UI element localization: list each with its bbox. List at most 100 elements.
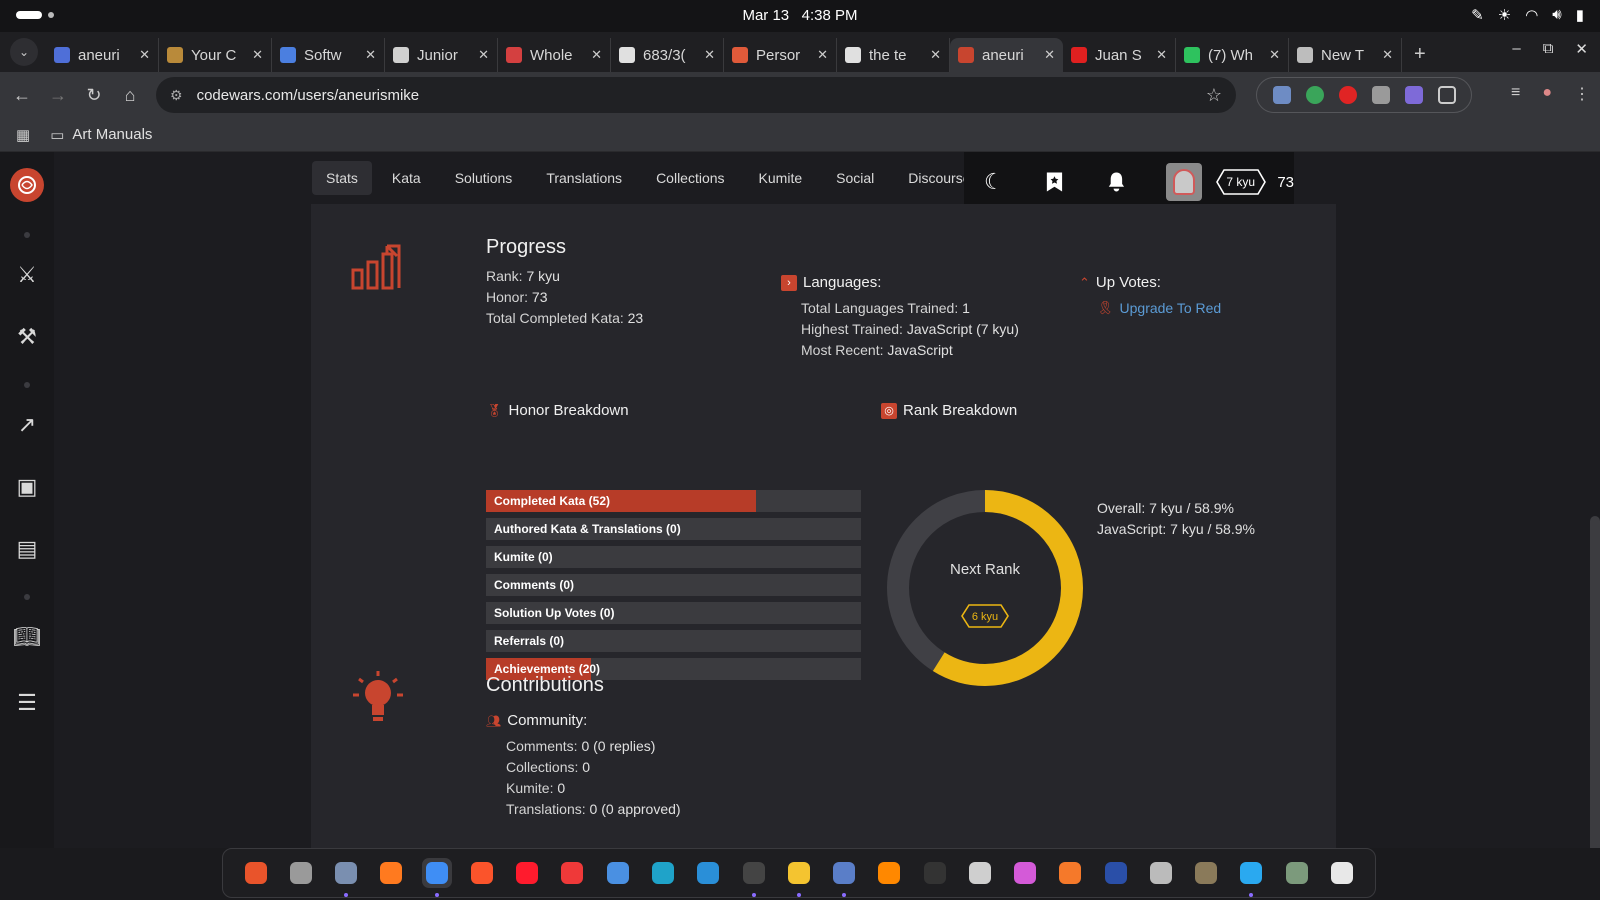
browser-tab[interactable]: Persor ✕ — [724, 38, 837, 72]
vscode-icon[interactable] — [693, 858, 723, 888]
kumite-icon[interactable]: ⚒ — [17, 324, 37, 349]
tab-close-icon[interactable]: ✕ — [139, 47, 150, 63]
browser-tab[interactable]: (7) Wh ✕ — [1176, 38, 1289, 72]
site-info-icon[interactable]: ⚙ — [170, 87, 183, 104]
tab-close-icon[interactable]: ✕ — [478, 47, 489, 63]
tab-stats[interactable]: Stats — [312, 161, 372, 195]
tab-solutions[interactable]: Solutions — [441, 161, 527, 195]
forward-button[interactable]: → — [40, 85, 76, 106]
reload-button[interactable]: ↻ — [76, 85, 112, 106]
address-bar[interactable]: ⚙ codewars.com/users/aneurismike ☆ — [156, 77, 1236, 113]
extension-icon[interactable] — [1305, 86, 1324, 104]
tab-translations[interactable]: Translations — [532, 161, 636, 195]
system-tray[interactable]: ✎ ☀ ◠ 🔊︎ ▮ — [1471, 6, 1584, 24]
terminal-icon[interactable] — [739, 858, 769, 897]
github-desktop-icon[interactable] — [965, 858, 995, 888]
notification-bell-icon[interactable] — [1105, 170, 1128, 194]
tab-collections[interactable]: Collections — [642, 161, 738, 195]
browser-tab[interactable]: Whole ✕ — [498, 38, 611, 72]
new-tab-button[interactable]: + — [1414, 43, 1426, 66]
tab-close-icon[interactable]: ✕ — [1269, 47, 1280, 63]
chrome-icon[interactable] — [421, 858, 452, 897]
extension-icon[interactable] — [1404, 86, 1423, 104]
tab-close-icon[interactable]: ✕ — [1382, 47, 1393, 63]
pen-icon[interactable]: ✎ — [1471, 6, 1484, 24]
upgrade-to-red-link[interactable]: Upgrade To Red — [1120, 300, 1222, 316]
tab-close-icon[interactable]: ✕ — [704, 47, 715, 63]
ubuntu-icon[interactable] — [1327, 858, 1357, 888]
minimize-icon[interactable]: – — [1512, 40, 1520, 58]
vivaldi-icon[interactable] — [557, 858, 587, 888]
volume-icon[interactable]: 🔊︎ — [1552, 6, 1561, 24]
blog-icon[interactable]: ☰ — [17, 690, 37, 715]
browser-tab[interactable]: 683/3(✕ — [611, 38, 724, 72]
gimp-icon[interactable] — [1191, 858, 1221, 888]
bookmark-icon[interactable] — [1044, 170, 1065, 194]
browser-tab[interactable]: Junior ✕ — [385, 38, 498, 72]
clock[interactable]: Mar 13 4:38 PM — [0, 7, 1600, 24]
app-center-icon[interactable] — [241, 858, 271, 888]
forum-icon[interactable]: ▤ — [17, 536, 38, 561]
home-button[interactable]: ⌂ — [112, 85, 148, 106]
tab-kata[interactable]: Kata — [378, 161, 435, 195]
bookmark-folder[interactable]: Art Manuals — [72, 126, 152, 143]
leaderboard-trend-icon[interactable]: ↗ — [18, 412, 36, 437]
extension-icon[interactable] — [1371, 86, 1390, 104]
codewars-logo[interactable] — [10, 168, 44, 202]
notes-icon[interactable] — [784, 858, 814, 897]
puzzle-icon[interactable] — [1437, 86, 1456, 104]
extension-icon[interactable] — [1272, 86, 1291, 104]
browser-tab[interactable]: Juan S ✕ — [1063, 38, 1176, 72]
brave-icon[interactable] — [467, 858, 497, 888]
obs-icon[interactable] — [920, 858, 950, 888]
restore-icon[interactable]: ⧉ — [1543, 40, 1554, 58]
tab-close-icon[interactable]: ✕ — [365, 47, 376, 63]
tab-kumite[interactable]: Kumite — [745, 161, 817, 195]
tab-close-icon[interactable]: ✕ — [591, 47, 602, 63]
rank-badge[interactable]: 7 kyu — [1215, 169, 1266, 195]
profile-avatar[interactable]: ● — [1542, 84, 1552, 104]
firefox-icon[interactable] — [376, 858, 406, 888]
edge-icon[interactable] — [648, 858, 678, 888]
browser-tab[interactable]: Your C ✕ — [159, 38, 272, 72]
page-scrollbar[interactable] — [1590, 516, 1600, 848]
browser-tab[interactable]: New T ✕ — [1289, 38, 1402, 72]
close-icon[interactable]: ✕ — [1575, 40, 1588, 58]
tab-close-icon[interactable]: ✕ — [252, 47, 263, 63]
tab-close-icon[interactable]: ✕ — [817, 47, 828, 63]
menu-kebab-icon[interactable]: ⋮ — [1574, 84, 1590, 104]
wifi-icon[interactable]: ◠ — [1525, 6, 1538, 24]
browser-tab[interactable]: aneuri ✕ — [46, 38, 159, 72]
practice-icon[interactable]: ⚔ — [17, 262, 37, 287]
tab-social[interactable]: Social — [822, 161, 888, 195]
blender-icon[interactable] — [1055, 858, 1085, 888]
files-icon[interactable] — [331, 858, 361, 897]
browser-tab[interactable]: Softw ✕ — [272, 38, 385, 72]
text-editor-icon[interactable] — [1236, 858, 1266, 897]
battery-icon[interactable]: ▮ — [1576, 6, 1584, 24]
trash-icon[interactable] — [1282, 858, 1312, 888]
avatar[interactable] — [1165, 163, 1202, 201]
calculator-icon[interactable] — [829, 858, 859, 897]
bookmark-star-icon[interactable]: ☆ — [1206, 85, 1222, 106]
tab-close-icon[interactable]: ✕ — [930, 47, 941, 63]
docs-book-icon[interactable]: 📖︎ — [13, 624, 41, 649]
apps-grid-icon[interactable]: ▦ — [16, 126, 30, 144]
color-picker-icon[interactable] — [1010, 858, 1040, 888]
back-button[interactable]: ← — [4, 85, 40, 106]
chromium-icon[interactable] — [603, 858, 633, 888]
steam-game-icon[interactable] — [1101, 858, 1131, 888]
tab-close-icon[interactable]: ✕ — [1044, 47, 1055, 63]
extension-icon[interactable] — [1338, 86, 1357, 104]
inkscape-icon[interactable] — [1146, 858, 1176, 888]
browser-tab[interactable]: aneuri ✕ — [950, 38, 1063, 72]
opera-icon[interactable] — [512, 858, 542, 888]
tab-close-icon[interactable]: ✕ — [1156, 47, 1167, 63]
reading-list-icon[interactable]: ≡ — [1511, 84, 1520, 104]
dark-mode-moon-icon[interactable]: ☾ — [984, 169, 1004, 195]
tab-search-button[interactable]: ⌄ — [10, 38, 38, 66]
vlc-icon[interactable] — [874, 858, 904, 888]
browser-tab[interactable]: the te ✕ — [837, 38, 950, 72]
settings-icon[interactable] — [286, 858, 316, 888]
discord-icon[interactable]: ▣ — [17, 474, 38, 499]
